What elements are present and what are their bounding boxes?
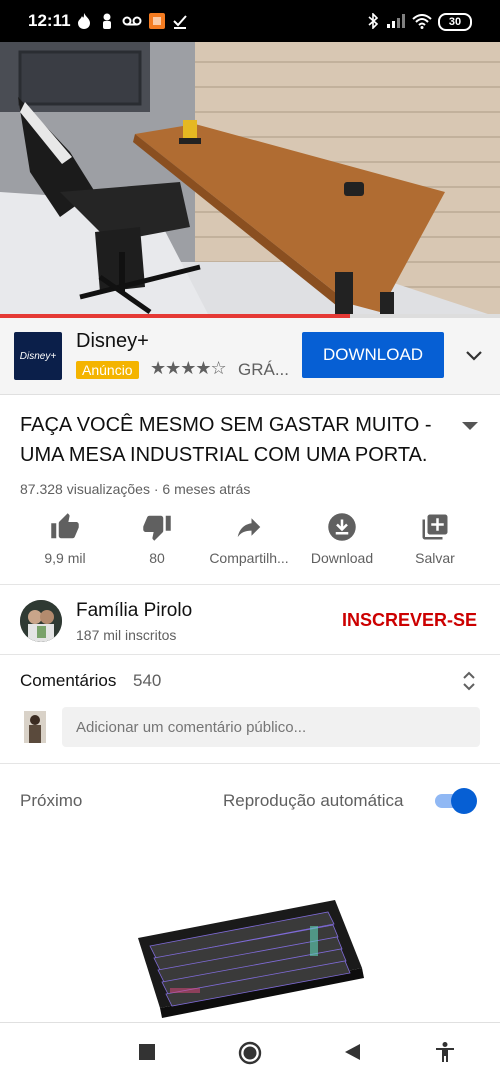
- share-icon: [237, 518, 261, 537]
- up-next-label: Próximo: [20, 791, 83, 810]
- status-time: 12:11: [28, 11, 71, 30]
- download-label: Download: [310, 550, 374, 566]
- person-notification-icon: [100, 12, 114, 30]
- dislike-count: 80: [149, 550, 165, 566]
- share-label: Compartilh...: [209, 550, 289, 566]
- home-icon[interactable]: [238, 1041, 262, 1065]
- divider: [0, 584, 500, 585]
- channel-subscribers: 187 mil inscritos: [76, 627, 177, 643]
- ad-expand-chevron-icon[interactable]: [462, 344, 486, 368]
- dislike-button[interactable]: 80: [112, 512, 202, 566]
- video-frame: [0, 42, 500, 318]
- ad-price: GRÁ...: [238, 360, 290, 379]
- comments-expand-icon[interactable]: [458, 668, 480, 694]
- subscribe-button[interactable]: INSCREVER-SE: [342, 610, 477, 631]
- save-label: Salvar: [415, 550, 455, 566]
- ad-badge: Anúncio: [76, 361, 139, 379]
- voicemail-icon: [122, 12, 142, 30]
- divider: [0, 763, 500, 764]
- battery-indicator: 30: [438, 13, 472, 31]
- save-playlist-icon: [422, 514, 448, 540]
- comment-input[interactable]: [62, 707, 480, 747]
- ad-advertiser-name: Disney+: [76, 330, 149, 352]
- toggle-knob: [451, 788, 477, 814]
- ad-logo-text: Disney+: [19, 350, 57, 362]
- app-notification-icon: [148, 12, 166, 30]
- autoplay-label: Reprodução automática: [223, 791, 404, 810]
- download-button[interactable]: Download: [297, 512, 387, 566]
- bluetooth-icon: [366, 12, 380, 30]
- comments-count: 540: [133, 671, 162, 690]
- video-player[interactable]: [0, 42, 500, 318]
- like-button[interactable]: 9,9 mil: [20, 512, 110, 566]
- check-download-icon: [172, 12, 188, 30]
- ad-download-button[interactable]: DOWNLOAD: [302, 332, 444, 378]
- channel-avatar[interactable]: [20, 600, 62, 642]
- signal-icon: [386, 12, 406, 30]
- save-button[interactable]: Salvar: [390, 512, 480, 566]
- status-bar: 12:11 30: [0, 0, 500, 42]
- ad-rating-stars: ★★★★☆: [150, 358, 227, 378]
- description-expand-icon[interactable]: [458, 414, 482, 438]
- navigation-bar: [0, 1022, 500, 1083]
- divider: [0, 654, 500, 655]
- video-meta: 87.328 visualizações · 6 meses atrás: [20, 481, 251, 497]
- user-avatar: [24, 711, 46, 743]
- accessibility-icon[interactable]: [434, 1041, 456, 1063]
- keyboard-thumbnail-image: [130, 848, 368, 1020]
- disney-plus-logo: Disney+: [14, 332, 62, 380]
- back-icon[interactable]: [342, 1041, 364, 1063]
- autoplay-toggle[interactable]: [433, 788, 477, 814]
- thumbs-down-icon: [143, 515, 171, 541]
- next-video-thumbnail[interactable]: [130, 848, 368, 1020]
- like-count: 9,9 mil: [44, 550, 86, 566]
- channel-name[interactable]: Família Pirolo: [76, 600, 192, 622]
- share-button[interactable]: Compartilh...: [204, 512, 294, 566]
- wifi-icon: [411, 12, 433, 30]
- recent-apps-icon[interactable]: [136, 1041, 158, 1063]
- ad-banner[interactable]: Disney+ Disney+ Anúncio ★★★★☆ GRÁ... DOW…: [0, 318, 500, 395]
- video-title[interactable]: FAÇA VOCÊ MESMO SEM GASTAR MUITO - UMA M…: [20, 410, 440, 470]
- thumbs-up-icon: [51, 513, 79, 539]
- comments-title[interactable]: Comentários: [20, 671, 116, 691]
- download-icon: [328, 513, 356, 541]
- flame-notification-icon: [76, 12, 92, 30]
